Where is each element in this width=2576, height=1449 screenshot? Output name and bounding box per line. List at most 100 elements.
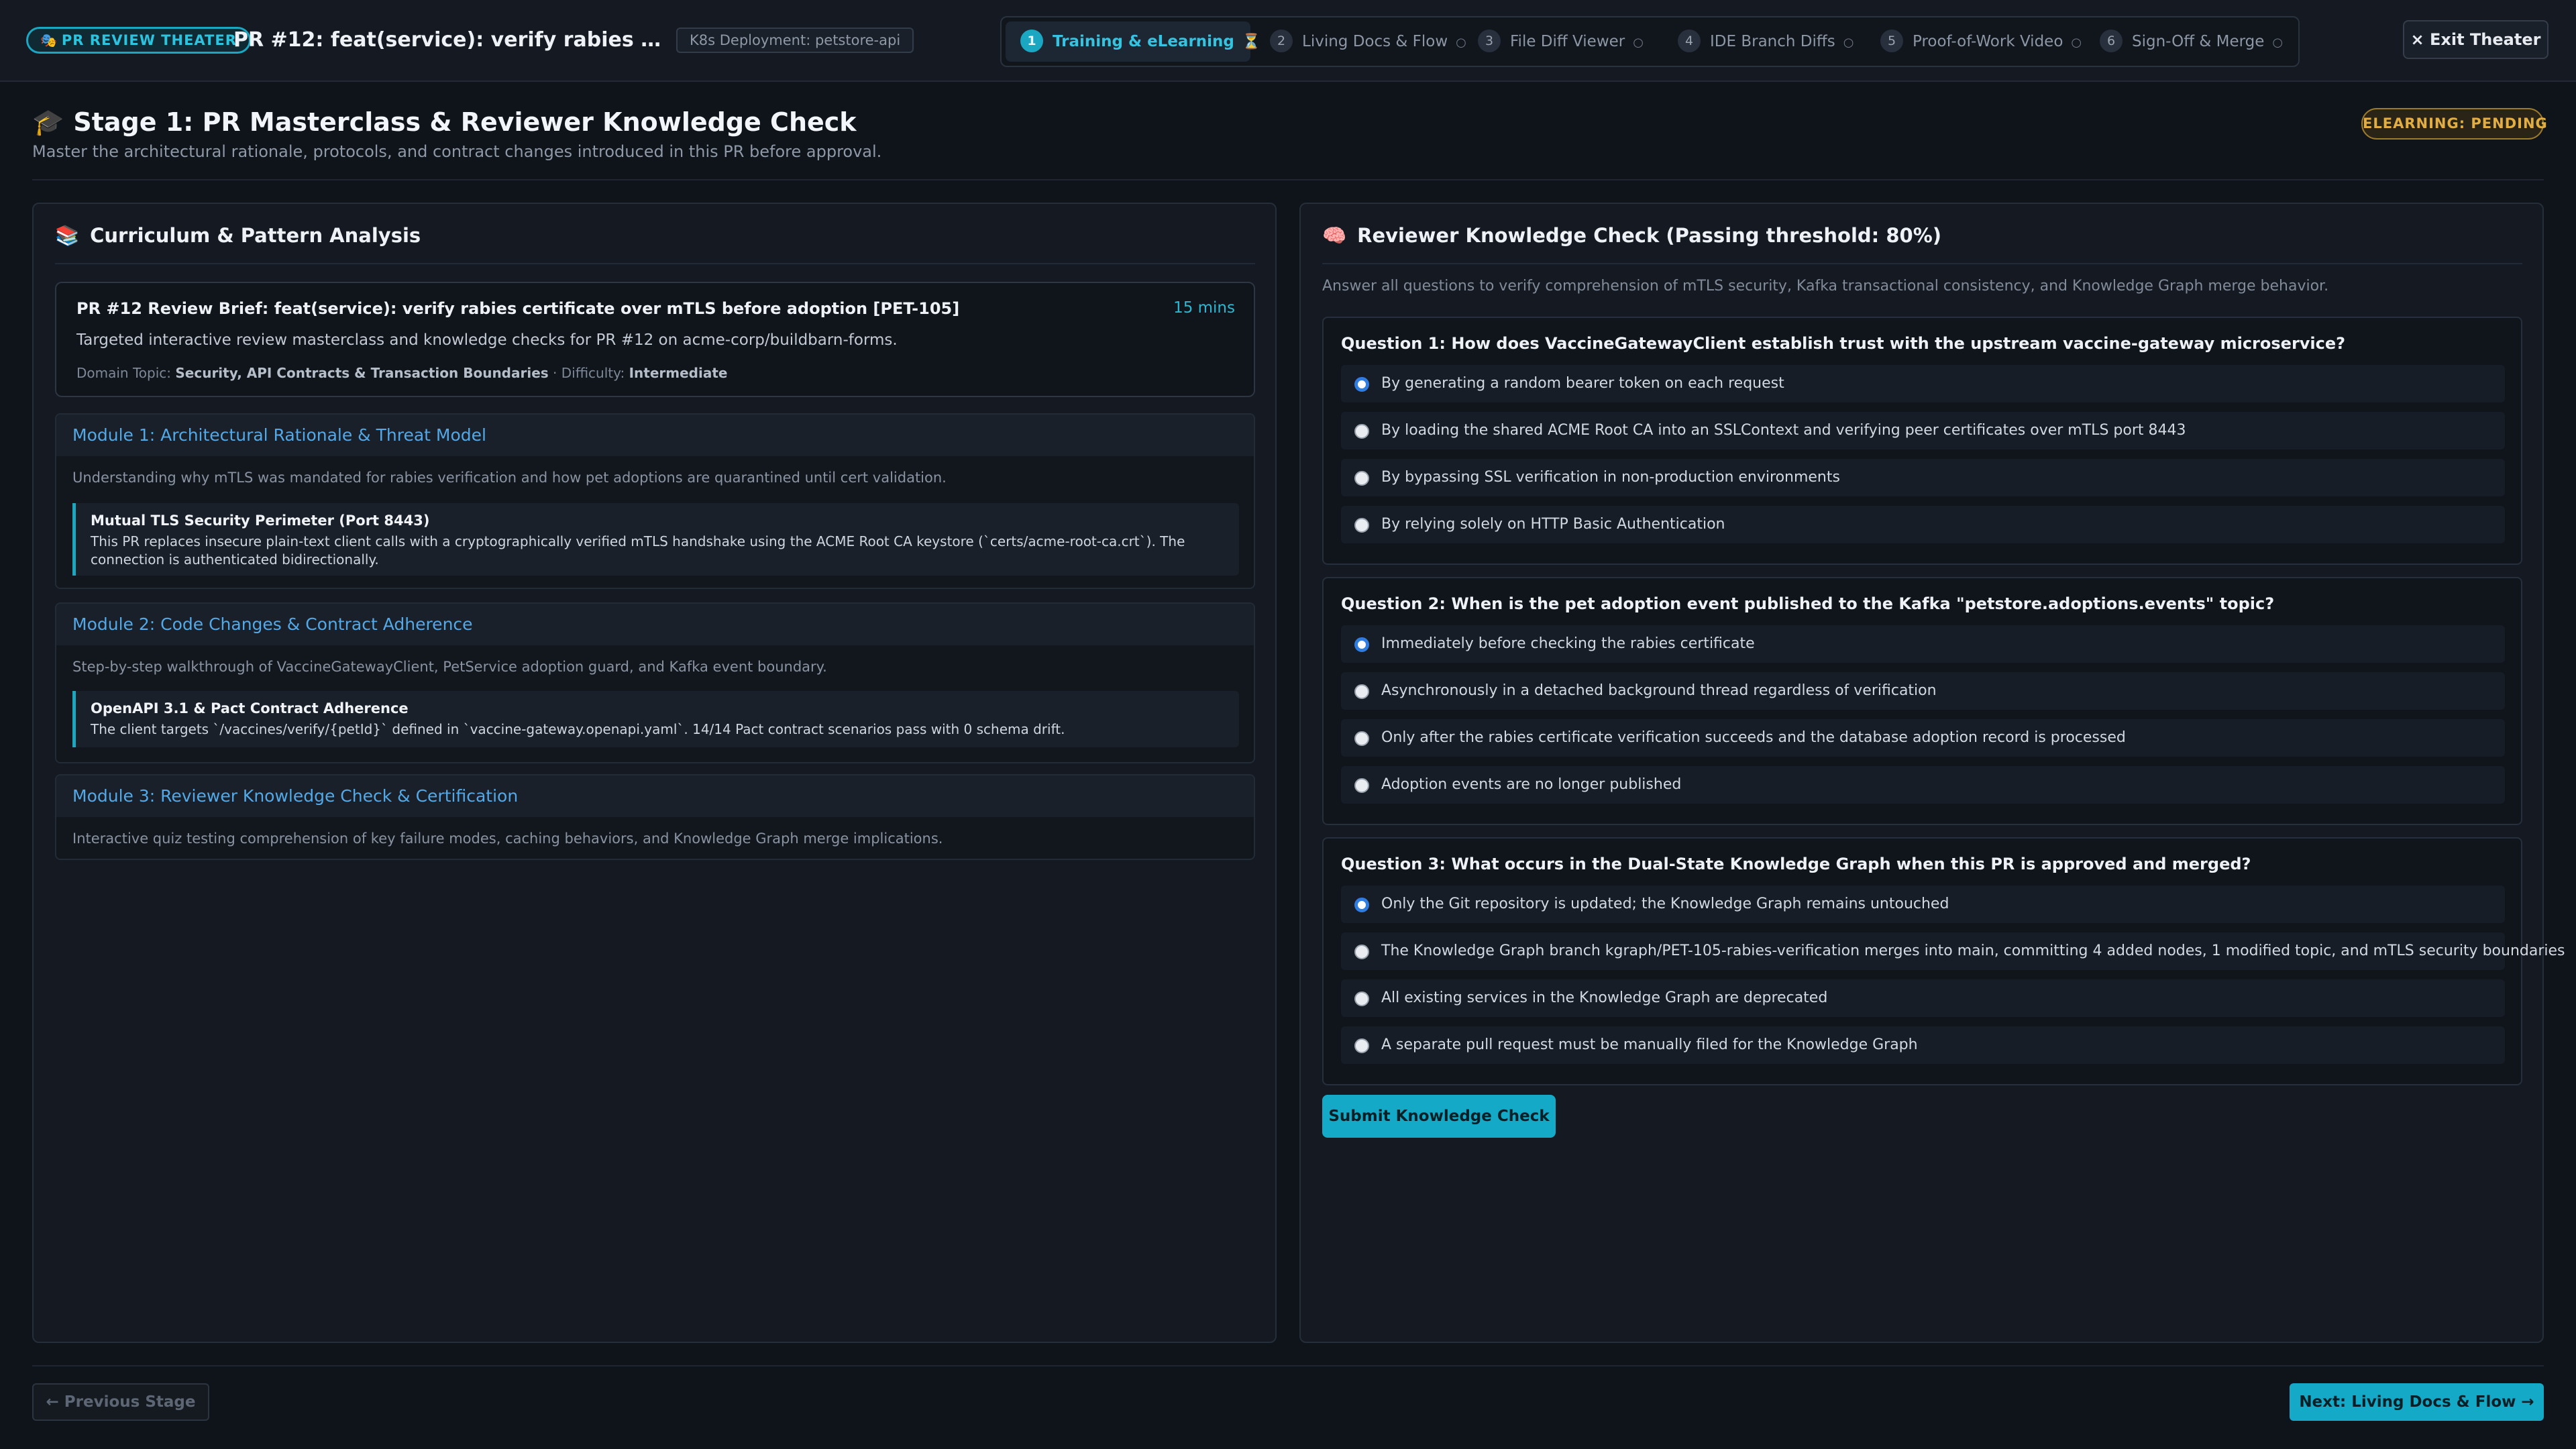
brief-description: Targeted interactive review masterclass … bbox=[76, 331, 898, 349]
knowledge-check-panel: 🧠 Reviewer Knowledge Check (Passing thres… bbox=[1299, 203, 2565, 1343]
option-label: By loading the shared ACME Root CA into … bbox=[1381, 422, 2186, 439]
callout-body: The client targets `/vaccines/verify/{pe… bbox=[91, 721, 1065, 737]
submit-knowledge-check-button[interactable]: Submit Knowledge Check bbox=[1322, 1095, 1556, 1138]
difficulty-label: · Difficulty: bbox=[553, 365, 625, 381]
stage-tab-file-diff[interactable]: 3 File Diff Viewer ○ bbox=[1471, 21, 1646, 62]
radio-button[interactable] bbox=[1354, 731, 1369, 746]
answer-option[interactable]: Asynchronously in a detached background … bbox=[1341, 672, 2505, 710]
knowledge-check-title: 🧠 Reviewer Knowledge Check (Passing thres… bbox=[1322, 224, 1941, 248]
brief-duration: 15 mins bbox=[1173, 299, 1235, 317]
radio-button[interactable] bbox=[1354, 471, 1369, 486]
module-title[interactable]: Module 1: Architectural Rationale & Thre… bbox=[56, 415, 1254, 456]
answer-option[interactable]: By bypassing SSL verification in non-pro… bbox=[1341, 459, 2505, 496]
module-title[interactable]: Module 2: Code Changes & Contract Adhere… bbox=[56, 604, 1254, 645]
option-label: Adoption events are no longer published bbox=[1381, 776, 1682, 793]
elearning-status-badge: ELEARNING: PENDING bbox=[2361, 108, 2547, 140]
exit-theater-button[interactable]: × Exit Theater bbox=[2403, 20, 2548, 59]
answer-option[interactable]: A separate pull request must be manually… bbox=[1341, 1026, 2505, 1064]
stage-tab-living-docs[interactable]: 2 Living Docs & Flow ○ bbox=[1263, 21, 1466, 62]
pr-title: PR #12: feat(service): verify rabies cer… bbox=[233, 28, 663, 52]
pending-circle-icon: ○ bbox=[1456, 36, 1466, 50]
domain-topic-value: Security, API Contracts & Transaction Bo… bbox=[175, 365, 549, 381]
option-label: All existing services in the Knowledge G… bbox=[1381, 989, 1828, 1006]
curriculum-title-text: Curriculum & Pattern Analysis bbox=[90, 224, 421, 247]
stage-number: 3 bbox=[1478, 29, 1501, 52]
module-callout: OpenAPI 3.1 & Pact Contract Adherence Th… bbox=[72, 691, 1239, 747]
option-label: A separate pull request must be manually… bbox=[1381, 1036, 1918, 1053]
stage-tab-ide-branch-diffs[interactable]: 4 IDE Branch Diffs ○ bbox=[1671, 21, 1854, 62]
top-bar: 🎭 PR REVIEW THEATER PR #12: feat(service)… bbox=[0, 0, 2576, 82]
question-card: Question 3: What occurs in the Dual-Stat… bbox=[1322, 837, 2565, 1085]
module-card: Module 1: Architectural Rationale & Thre… bbox=[55, 413, 1255, 589]
callout-title: OpenAPI 3.1 & Pact Contract Adherence bbox=[91, 700, 409, 716]
stage-title-text: Stage 1: PR Masterclass & Reviewer Knowl… bbox=[73, 107, 857, 137]
module-description: Understanding why mTLS was mandated for … bbox=[72, 470, 947, 486]
module-card: Module 2: Code Changes & Contract Adhere… bbox=[55, 602, 1255, 763]
option-label: The Knowledge Graph branch kgraph/PET-10… bbox=[1381, 943, 2565, 959]
radio-button-selected[interactable] bbox=[1354, 637, 1369, 652]
pending-circle-icon: ○ bbox=[1633, 36, 1644, 50]
domain-topic-label: Domain Topic: bbox=[76, 365, 172, 381]
answer-option[interactable]: Adoption events are no longer published bbox=[1341, 766, 2505, 804]
question-card: Question 2: When is the pet adoption eve… bbox=[1322, 577, 2522, 825]
pending-circle-icon: ○ bbox=[2272, 36, 2284, 50]
answer-option[interactable]: By generating a random bearer token on e… bbox=[1341, 365, 2505, 402]
option-label: Asynchronously in a detached background … bbox=[1381, 682, 1937, 699]
radio-button-selected[interactable] bbox=[1354, 898, 1369, 912]
answer-option[interactable]: The Knowledge Graph branch kgraph/PET-10… bbox=[1341, 932, 2565, 970]
pending-circle-icon: ○ bbox=[1843, 36, 1854, 50]
stage-label: File Diff Viewer bbox=[1510, 33, 1625, 50]
stage-navigation: 1 Training & eLearning ⏳ 2 Living Docs & Fl… bbox=[1000, 16, 2300, 67]
difficulty-value: Intermediate bbox=[629, 365, 728, 381]
answer-option[interactable]: All existing services in the Knowledge G… bbox=[1341, 979, 2505, 1017]
option-label: Immediately before checking the rabies c… bbox=[1381, 635, 1755, 652]
answer-option[interactable]: Only after the rabies certificate verifi… bbox=[1341, 719, 2505, 757]
stage-label: Training & eLearning bbox=[1053, 33, 1234, 50]
answer-option[interactable]: Only the Git repository is updated; the … bbox=[1341, 885, 2505, 923]
stage-label: Proof-of-Work Video bbox=[1913, 33, 2063, 50]
header-divider bbox=[32, 179, 2544, 180]
badge-label: PR REVIEW THEATER bbox=[61, 32, 237, 48]
callout-body: This PR replaces insecure plain-text cli… bbox=[91, 533, 1185, 568]
question-text: Question 2: When is the pet adoption eve… bbox=[1341, 594, 2275, 613]
radio-button[interactable] bbox=[1354, 991, 1369, 1006]
callout-title: Mutual TLS Security Perimeter (Port 8443… bbox=[91, 513, 430, 529]
stage-tab-proof-of-work[interactable]: 5 Proof-of-Work Video ○ bbox=[1874, 21, 2082, 62]
radio-button[interactable] bbox=[1354, 518, 1369, 533]
previous-stage-button[interactable]: ← Previous Stage bbox=[32, 1383, 209, 1421]
radio-button[interactable] bbox=[1354, 778, 1369, 793]
answer-option[interactable]: Immediately before checking the rabies c… bbox=[1341, 625, 2505, 663]
curriculum-panel: 📚 Curriculum & Pattern Analysis PR #12 Re… bbox=[32, 203, 1277, 1343]
stage-tab-sign-off[interactable]: 6 Sign-Off & Merge ○ bbox=[2093, 21, 2288, 62]
module-description: Interactive quiz testing comprehension o… bbox=[72, 830, 943, 847]
stage-number: 4 bbox=[1678, 29, 1701, 52]
option-label: By relying solely on HTTP Basic Authenti… bbox=[1381, 516, 1725, 533]
answer-option[interactable]: By loading the shared ACME Root CA into … bbox=[1341, 412, 2505, 449]
question-card: Question 1: How does VaccineGatewayClien… bbox=[1322, 317, 2522, 565]
stage-label: Sign-Off & Merge bbox=[2132, 33, 2265, 50]
footer-divider bbox=[32, 1365, 2544, 1366]
radio-button[interactable] bbox=[1354, 684, 1369, 699]
radio-button[interactable] bbox=[1354, 1038, 1369, 1053]
pending-circle-icon: ○ bbox=[2071, 36, 2082, 50]
stage-tab-training[interactable]: 1 Training & eLearning ⏳ bbox=[1006, 21, 1260, 62]
brain-icon: 🧠 bbox=[1322, 224, 1347, 247]
knowledge-check-title-text: Reviewer Knowledge Check (Passing thresh… bbox=[1357, 224, 1942, 247]
review-brief-card: PR #12 Review Brief: feat(service): veri… bbox=[55, 282, 1255, 397]
quiz-intro: Answer all questions to verify comprehen… bbox=[1322, 278, 2329, 294]
hourglass-icon: ⏳ bbox=[1242, 34, 1261, 50]
module-title[interactable]: Module 3: Reviewer Knowledge Check & Cer… bbox=[56, 775, 1254, 817]
radio-button[interactable] bbox=[1354, 424, 1369, 439]
module-callout: Mutual TLS Security Perimeter (Port 8443… bbox=[72, 503, 1239, 576]
next-stage-button[interactable]: Next: Living Docs & Flow → bbox=[2290, 1383, 2544, 1421]
option-label: By bypassing SSL verification in non-pro… bbox=[1381, 469, 1840, 486]
stage-number: 2 bbox=[1270, 29, 1293, 52]
radio-button[interactable] bbox=[1354, 945, 1369, 959]
module-description: Step-by-step walkthrough of VaccineGatew… bbox=[72, 659, 827, 675]
option-label: By generating a random bearer token on e… bbox=[1381, 375, 1784, 392]
brief-title: PR #12 Review Brief: feat(service): veri… bbox=[76, 299, 960, 318]
stage-label: IDE Branch Diffs bbox=[1710, 33, 1835, 50]
panel-divider bbox=[1322, 263, 2522, 264]
answer-option[interactable]: By relying solely on HTTP Basic Authenti… bbox=[1341, 506, 2505, 543]
radio-button-selected[interactable] bbox=[1354, 377, 1369, 392]
